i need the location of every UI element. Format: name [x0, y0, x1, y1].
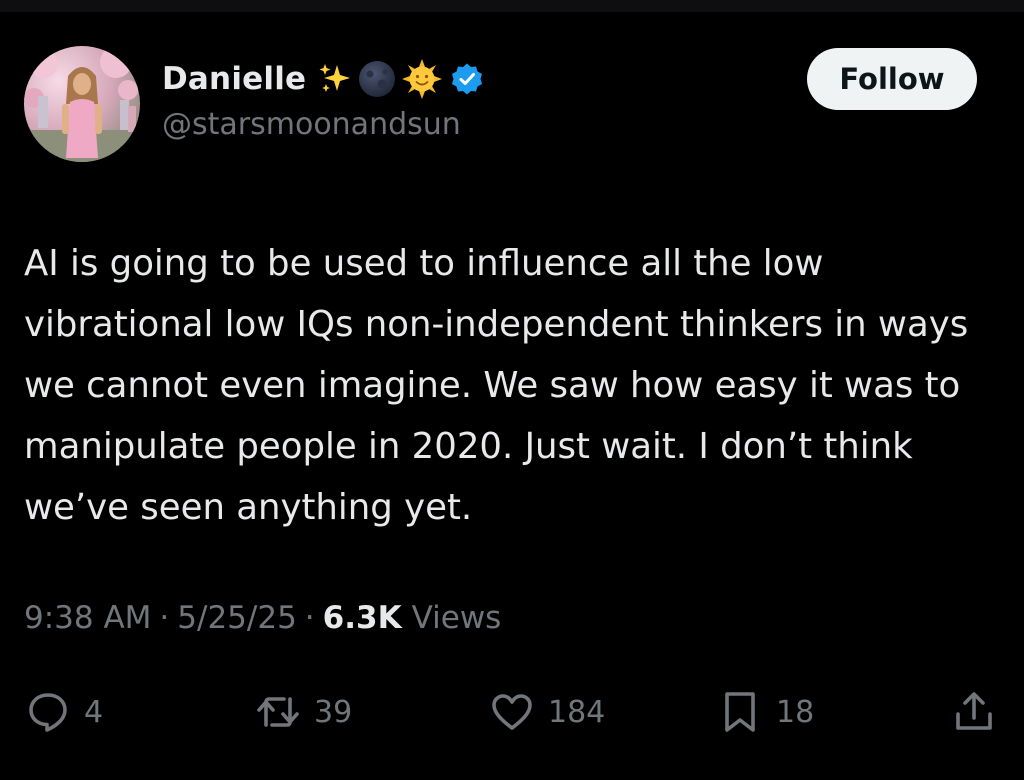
display-name[interactable]: Danielle — [162, 61, 306, 97]
heart-icon — [492, 694, 532, 730]
tweet-meta: 9:38 AM · 5/25/25 · 6.3K Views — [24, 600, 501, 636]
avatar-image — [24, 46, 140, 162]
avatar[interactable] — [24, 46, 140, 162]
sun-face-icon — [402, 59, 443, 99]
bookmark-count: 18 — [776, 694, 815, 730]
follow-button[interactable]: Follow — [807, 48, 977, 110]
tweet-text: AI is going to be used to influence all … — [24, 243, 969, 528]
like-count: 184 — [548, 694, 606, 730]
share-button[interactable] — [952, 690, 996, 734]
bookmark-button[interactable]: 18 — [718, 690, 814, 734]
meta-separator: · — [159, 600, 170, 636]
reply-count: 4 — [84, 694, 104, 730]
top-strip — [0, 0, 1024, 12]
name-row: Danielle — [162, 57, 484, 101]
like-button[interactable]: 184 — [490, 690, 605, 734]
tweet-time[interactable]: 9:38 AM — [24, 600, 151, 636]
meta-separator: · — [304, 600, 315, 636]
name-emojis — [318, 59, 484, 99]
reply-button[interactable]: 4 — [26, 690, 103, 734]
share-icon — [956, 692, 992, 730]
views-count[interactable]: 6.3K — [323, 600, 402, 636]
repost-button[interactable]: 39 — [256, 690, 352, 734]
tweet-date[interactable]: 5/25/25 — [177, 600, 297, 636]
bookmark-icon — [725, 692, 755, 732]
reply-icon — [29, 693, 67, 732]
repost-icon — [257, 697, 299, 727]
repost-count: 39 — [314, 694, 353, 730]
new-moon-face-icon — [359, 61, 396, 97]
views-label[interactable]: Views — [412, 600, 502, 636]
verified-badge-icon[interactable] — [450, 62, 484, 96]
sparkles-icon — [319, 64, 351, 92]
user-handle[interactable]: @starsmoonandsun — [162, 107, 461, 142]
